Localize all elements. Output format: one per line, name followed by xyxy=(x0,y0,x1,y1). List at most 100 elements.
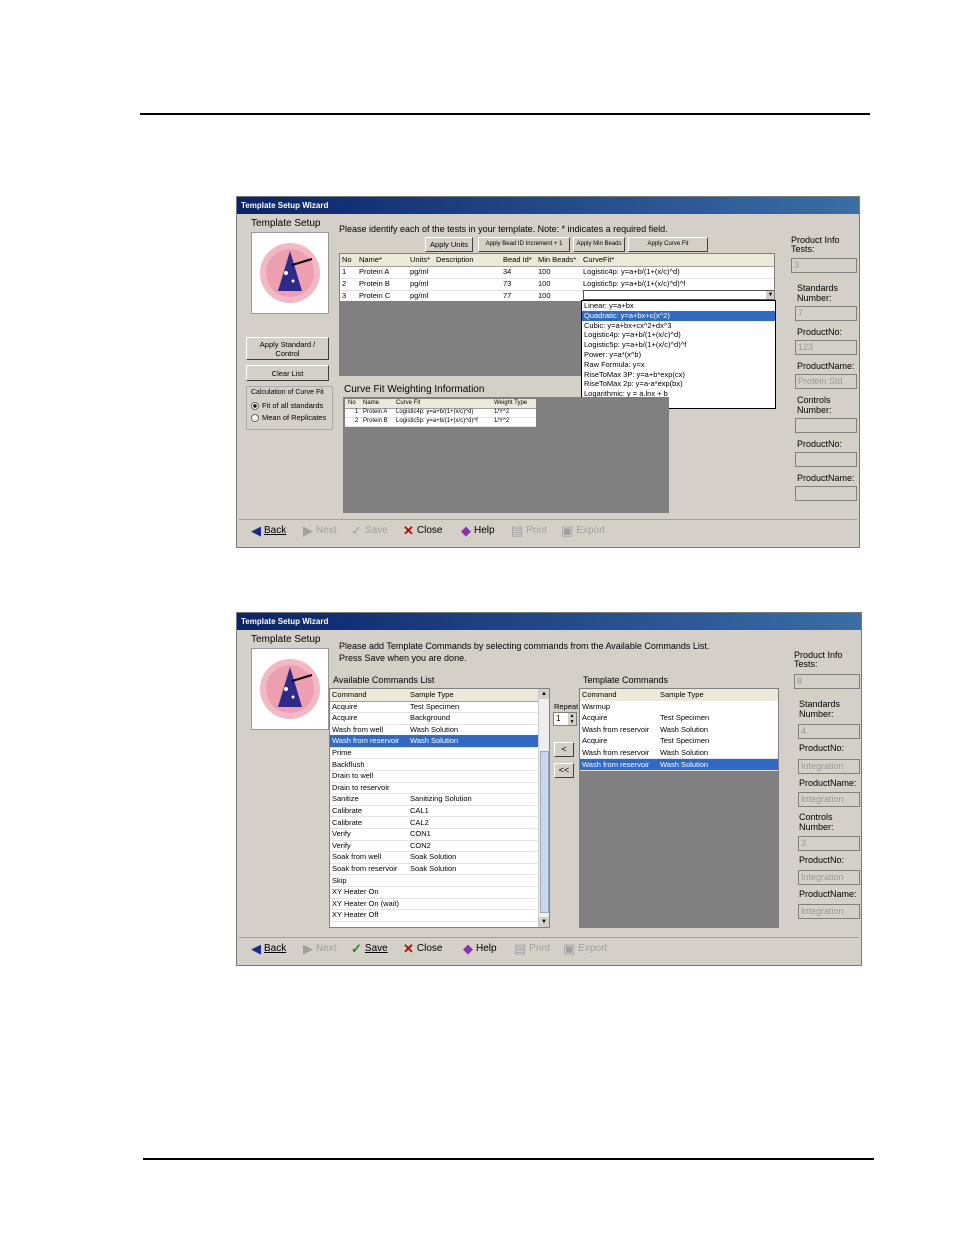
help-book-icon: ◆ xyxy=(463,941,473,956)
productname-field[interactable]: Protein Std xyxy=(795,374,857,389)
template-setup-window-1: Template Setup Wizard Template Setup Ple… xyxy=(236,196,860,548)
cell: Wash Solution xyxy=(660,747,709,757)
cell: 2 xyxy=(355,418,359,424)
apply-standard-control-button[interactable]: Apply Standard / Control xyxy=(246,337,329,360)
scroll-thumb[interactable] xyxy=(540,751,549,913)
productno-field-2[interactable]: Integration xyxy=(798,870,860,885)
export-icon: ▣ xyxy=(561,523,574,538)
dropdown-option[interactable]: RiseToMax 2p: y=a-a*exp(bx) xyxy=(582,379,775,389)
instruction-text: Please identify each of the tests in you… xyxy=(339,224,668,234)
apply-bead-id-button[interactable]: Apply Bead ID Increment + 1 xyxy=(478,237,570,252)
calc-group: Calculation of Curve Fit Fit of all stan… xyxy=(246,386,333,430)
cell: Background xyxy=(410,713,451,723)
productno-label: ProductNo: xyxy=(797,327,843,337)
clear-list-button[interactable]: Clear List xyxy=(246,365,329,381)
col-no: No xyxy=(348,400,356,406)
cell: Wash Solution xyxy=(410,724,459,734)
export-button[interactable]: ▣ Export xyxy=(561,524,605,537)
cell: Logistic5p: y=a+b/(1+(x/c)^d)^f xyxy=(583,279,686,288)
available-commands-list[interactable]: Command Sample Type ▲ ▼ Acquire Test Spec… xyxy=(329,688,550,928)
dropdown-option[interactable]: Linear: y=a+bx xyxy=(582,301,775,311)
dropdown-option[interactable]: RiseToMax 3P: y=a+b*exp(cx) xyxy=(582,370,775,380)
wizard-nav-bar: ◀ Back ▶ Next ✓ Save ✕ Close ◆ Help ▤ Print ▣ E… xyxy=(239,519,857,542)
tests-field[interactable]: 3 xyxy=(791,258,857,273)
cell: Wash from reservoir xyxy=(582,747,650,757)
help-button[interactable]: ◆ Help xyxy=(463,942,497,955)
col-curve-fit: Curve Fit xyxy=(396,400,421,406)
dropdown-option[interactable]: Logistic4p: y=a+b/(1+(x/c)^d) xyxy=(582,330,775,340)
wizard-hat-image xyxy=(251,648,329,730)
save-label: Save xyxy=(364,943,388,954)
apply-min-beads-button[interactable]: Apply Min Beads xyxy=(573,237,625,252)
list-item[interactable]: XY Heater Off xyxy=(330,909,538,922)
productname-field-2[interactable]: Integration xyxy=(798,904,860,919)
dropdown-option[interactable]: Cubic: y=a+bx+cx^2+dx^3 xyxy=(582,321,775,331)
dropdown-option[interactable]: Power: y=a*(x^b) xyxy=(582,350,775,360)
export-label: Export xyxy=(576,525,606,536)
productno-field[interactable]: 123 xyxy=(795,340,857,355)
export-icon: ▣ xyxy=(563,941,576,956)
save-button[interactable]: ✓ Save xyxy=(351,942,388,955)
print-button[interactable]: ▤ Print xyxy=(514,942,550,955)
spinner-arrows-icon[interactable]: ▲ ▼ xyxy=(568,713,576,725)
col-name: Name xyxy=(363,400,380,406)
printer-icon: ▤ xyxy=(514,941,527,956)
help-button[interactable]: ◆ Help xyxy=(461,524,495,537)
save-button[interactable]: ✓ Save xyxy=(351,524,388,537)
cell: Wash from reservoir xyxy=(582,759,650,769)
dropdown-option[interactable]: Quadratic: y=a+bx+c(x^2) xyxy=(582,310,775,321)
close-button[interactable]: ✕ Close xyxy=(403,524,442,537)
productno-field[interactable]: Integration xyxy=(798,759,860,774)
controls-number-label: Controls Number: xyxy=(797,395,832,415)
table-row[interactable]: 2 Protein B Logistic5p: y=a+b/(1+(x/c)^d… xyxy=(345,417,536,427)
next-button[interactable]: ▶ Next xyxy=(303,942,337,955)
repeat-spinner[interactable]: 1 ▲ ▼ xyxy=(553,712,577,726)
table-row[interactable]: 1 Protein A pg/ml 34 100 Logistic4p: y=a… xyxy=(340,266,774,279)
next-button[interactable]: ▶ Next xyxy=(303,524,337,537)
cell: 1/Y^2 xyxy=(494,409,510,415)
tests-label: Tests: xyxy=(791,244,815,254)
controls-number-field[interactable] xyxy=(795,418,857,433)
move-left-button[interactable]: < xyxy=(554,742,574,757)
cell: Logistic5p: y=a+b/(1+(x/c)^d)^f xyxy=(396,418,478,424)
cell: Verify xyxy=(332,840,351,850)
scroll-up-icon[interactable]: ▲ xyxy=(539,689,549,699)
table-row[interactable]: 2 Protein B pg/ml 73 100 Logistic5p: y=a… xyxy=(340,278,774,291)
fit-all-standards-radio[interactable]: Fit of all standards xyxy=(251,401,323,411)
productname-field-2[interactable] xyxy=(795,486,857,501)
cell: Soak from reservoir xyxy=(332,863,398,873)
curvefit-dropdown-list[interactable]: Linear: y=a+bx Quadratic: y=a+bx+c(x^2) Cu… xyxy=(581,300,776,409)
controls-number-field[interactable]: 3 xyxy=(798,836,860,851)
dropdown-option[interactable]: Logistic5p: y=a+b/(1+(x/c)^d)^f xyxy=(582,340,775,350)
instruction-line-2: Press Save when you are done. xyxy=(339,653,467,663)
chevron-down-icon[interactable]: ▼ xyxy=(766,291,774,299)
standards-number-field[interactable]: 4 xyxy=(798,724,860,739)
standards-number-field[interactable]: 7 xyxy=(795,306,857,321)
move-all-left-button[interactable]: << xyxy=(554,763,574,778)
mean-replicates-radio[interactable]: Mean of Replicates xyxy=(251,413,326,423)
productname-field[interactable]: Integration xyxy=(798,792,860,807)
col-description: Description xyxy=(436,255,474,264)
close-button[interactable]: ✕ Close xyxy=(403,942,442,955)
apply-units-button[interactable]: Apply Units xyxy=(425,237,473,252)
tests-field[interactable]: 8 xyxy=(794,674,860,689)
product-info-panel: Product Info Tests: 8 Standards Number: … xyxy=(794,647,860,929)
apply-curve-fit-button[interactable]: Apply Curve Fit xyxy=(628,237,708,252)
top-rule xyxy=(140,113,870,115)
scroll-down-icon[interactable]: ▼ xyxy=(539,917,549,927)
col-units: Units* xyxy=(410,255,431,264)
template-commands-list[interactable]: Command Sample Type Warmup Acquire Test Spec… xyxy=(579,688,779,928)
productno-field-2[interactable] xyxy=(795,452,857,467)
cell: Protein A xyxy=(363,409,388,415)
dropdown-option[interactable]: Raw Formula: y=x xyxy=(582,360,775,370)
cell: CAL1 xyxy=(410,805,429,815)
cell: Protein B xyxy=(363,418,388,424)
export-button[interactable]: ▣ Export xyxy=(563,942,607,955)
back-button[interactable]: ◀ Back xyxy=(251,942,286,955)
radio-empty-icon xyxy=(251,414,259,423)
curvefit-combo[interactable]: ▼ xyxy=(583,290,774,300)
scrollbar[interactable]: ▲ ▼ xyxy=(538,689,549,927)
back-button[interactable]: ◀ Back xyxy=(251,524,286,537)
list-item[interactable]: Wash from reservoir Wash Solution xyxy=(580,758,778,771)
print-button[interactable]: ▤ Print xyxy=(511,524,547,537)
